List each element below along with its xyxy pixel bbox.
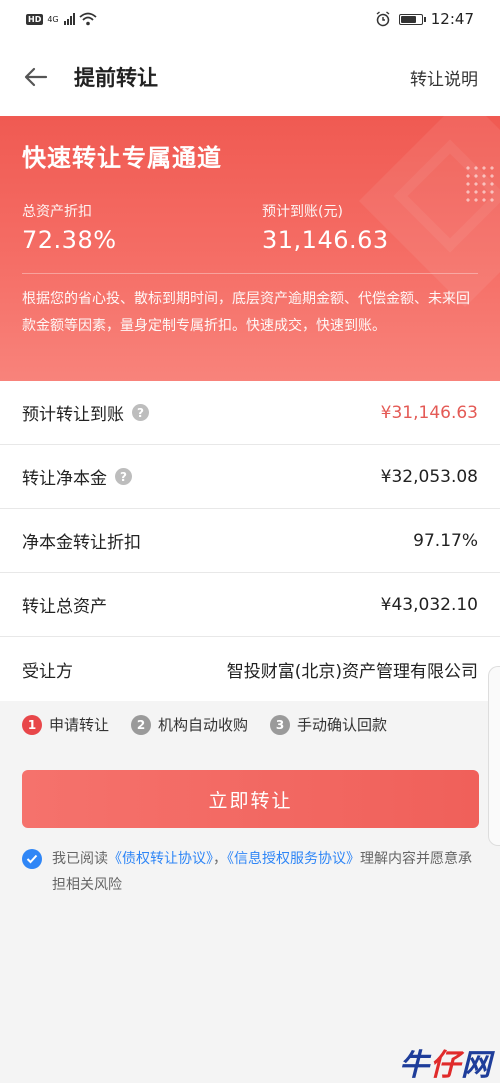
step-label: 手动确认回款 <box>297 716 388 734</box>
step-number-icon: 2 <box>131 714 152 735</box>
agreement-text: 我已阅读《债权转让协议》，《信息授权服务协议》理解内容并愿意承担相关风险 <box>52 846 478 898</box>
info-authorization-agreement-link[interactable]: 《信息授权服务协议》 <box>227 851 360 867</box>
info-row: 转让净本金? ¥32,053.08 <box>0 445 500 509</box>
watermark: 牛仔网 <box>399 1040 492 1083</box>
clock-time: 12:47 <box>430 10 474 28</box>
row-value: ¥43,032.10 <box>380 594 478 615</box>
agreement-prefix: 我已阅读 <box>52 851 108 867</box>
hd-icon: HD <box>26 13 44 25</box>
debt-transfer-agreement-link[interactable]: 《债权转让协议》 <box>108 851 213 867</box>
agreement: 我已阅读《债权转让协议》，《信息授权服务协议》理解内容并愿意承担相关风险 <box>22 846 478 898</box>
step-item: 3 手动确认回款 <box>270 714 387 735</box>
transfer-info-list: 预计转让到账? ¥31,146.63 转让净本金? ¥32,053.08 净本金转让折扣… <box>0 381 500 701</box>
transfer-instructions-link[interactable]: 转让说明 <box>410 65 478 90</box>
info-row: 预计转让到账? ¥31,146.63 <box>0 381 500 445</box>
hero-banner: 快速转让专属通道 总资产折扣 72.38% 预计到账(元) 31,146.63 … <box>0 116 500 381</box>
network-type: 4G <box>47 14 59 24</box>
nav-bar: 提前转让 转让说明 <box>0 38 500 116</box>
wifi-icon <box>79 12 97 26</box>
row-label-text: 转让总资产 <box>22 597 107 617</box>
watermark-char-2: 仔 <box>430 1048 461 1083</box>
discount-value: 72.38% <box>22 226 117 254</box>
help-icon[interactable]: ? <box>132 404 149 421</box>
hero-divider <box>22 273 478 274</box>
row-label-text: 转让净本金 <box>22 469 107 489</box>
row-value: ¥31,146.63 <box>380 402 478 423</box>
step-number-icon: 3 <box>270 714 291 735</box>
info-row: 净本金转让折扣 97.17% <box>0 509 500 573</box>
row-label: 受让方 <box>22 657 73 682</box>
step-label: 机构自动收购 <box>158 716 249 734</box>
expected-value: 31,146.63 <box>262 226 389 254</box>
back-arrow-icon[interactable] <box>22 63 50 91</box>
row-label: 转让净本金? <box>22 464 132 489</box>
row-value: 97.17% <box>413 530 478 551</box>
step-label: 申请转让 <box>49 716 110 734</box>
watermark-char-3: 网 <box>461 1048 492 1083</box>
row-value: ¥32,053.08 <box>380 466 478 487</box>
row-label-text: 净本金转让折扣 <box>22 533 141 553</box>
signal-icon <box>63 13 75 25</box>
agreement-separator: ， <box>213 851 227 867</box>
discount-label: 总资产折扣 <box>22 204 92 220</box>
watermark-char-1: 牛 <box>399 1048 430 1083</box>
info-row: 转让总资产 ¥43,032.10 <box>0 573 500 637</box>
step-item: 2 机构自动收购 <box>131 714 248 735</box>
row-label: 转让总资产 <box>22 592 107 617</box>
alarm-icon <box>376 11 390 27</box>
checkbox-checked-icon[interactable] <box>22 849 42 869</box>
info-row: 受让方 智投财富(北京)资产管理有限公司 <box>0 637 500 701</box>
status-right: 12:47 <box>375 10 474 28</box>
help-icon[interactable]: ? <box>115 468 132 485</box>
hero-description: 根据您的省心投、散标到期时间，底层资产逾期金额、代偿金额、未来回款金额等因素，量… <box>22 291 470 334</box>
side-edge-handle[interactable] <box>488 666 500 846</box>
page-title: 提前转让 <box>74 66 158 90</box>
hero-title: 快速转让专属通道 <box>22 144 222 172</box>
expected-label: 预计到账(元) <box>262 204 343 220</box>
battery-icon <box>398 13 426 25</box>
step-item: 1 申请转让 <box>22 714 109 735</box>
step-number-icon: 1 <box>22 714 42 735</box>
dot-pattern <box>464 164 494 204</box>
status-left: HD 4G <box>26 12 97 26</box>
row-label: 预计转让到账? <box>22 400 149 425</box>
process-steps: 1 申请转让 2 机构自动收购 3 手动确认回款 <box>22 714 409 735</box>
row-label-text: 受让方 <box>22 661 73 682</box>
status-bar: HD 4G 12:47 <box>0 0 500 38</box>
transfer-now-button[interactable]: 立即转让 <box>22 770 479 828</box>
row-label-text: 预计转让到账 <box>22 405 124 425</box>
row-value: 智投财富(北京)资产管理有限公司 <box>226 661 478 682</box>
row-label: 净本金转让折扣 <box>22 528 141 553</box>
